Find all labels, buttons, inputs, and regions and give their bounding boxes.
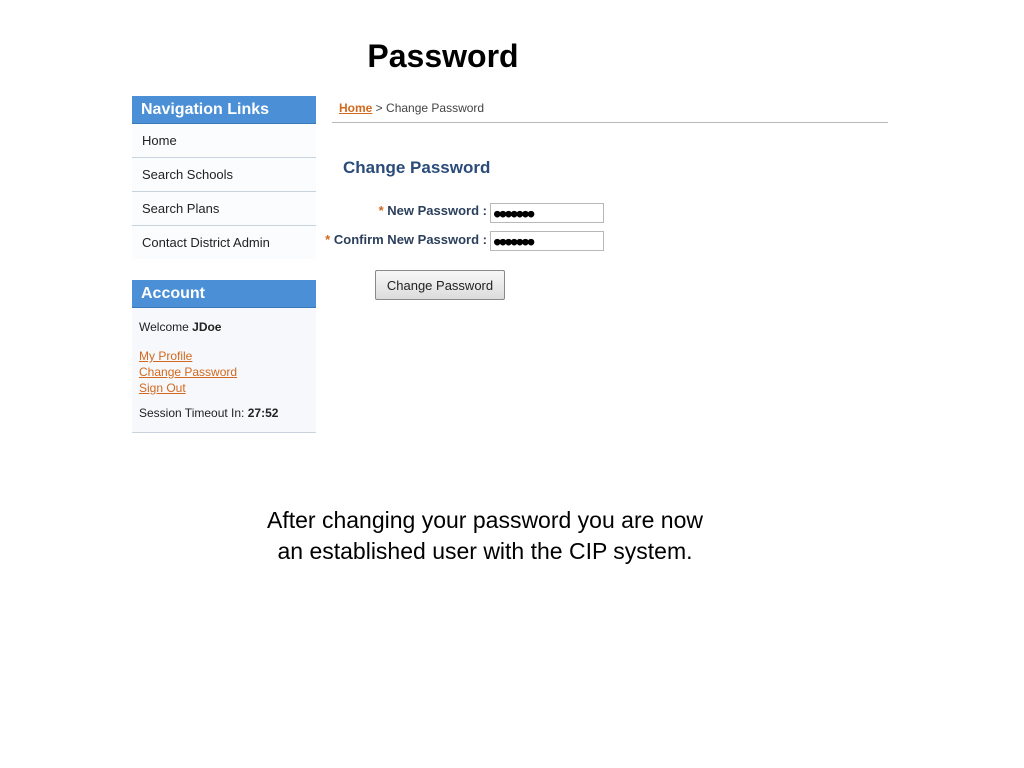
navigation-header: Navigation Links	[132, 96, 316, 124]
nav-item-search-schools[interactable]: Search Schools	[132, 158, 316, 192]
confirm-password-label: * Confirm New Password :	[325, 232, 487, 247]
slide-title: Password	[367, 38, 519, 74]
account-panel: Account Welcome JDoe My Profile Change P…	[132, 280, 316, 433]
required-marker: *	[325, 232, 331, 247]
session-timeout: Session Timeout In: 27:52	[139, 406, 316, 420]
form-title: Change Password	[343, 158, 491, 177]
caption-line-2: an established user with the CIP system.	[277, 538, 693, 564]
navigation-panel: Navigation Links Home Search Schools Sea…	[132, 96, 316, 259]
required-marker: *	[378, 203, 384, 218]
my-profile-link[interactable]: My Profile	[139, 348, 316, 364]
breadcrumb-separator: >	[372, 101, 387, 115]
new-password-label: * New Password :	[379, 203, 487, 218]
slide-caption: After changing your password you are now…	[200, 505, 770, 567]
change-password-link[interactable]: Change Password	[139, 364, 316, 380]
welcome-message: Welcome JDoe	[139, 320, 316, 334]
account-header: Account	[132, 280, 316, 308]
confirm-password-label-text: Confirm New Password :	[333, 232, 487, 247]
session-timeout-label: Session Timeout In:	[139, 406, 245, 420]
change-password-button[interactable]: Change Password	[375, 270, 505, 300]
welcome-prefix: Welcome	[139, 320, 189, 334]
new-password-input[interactable]	[490, 203, 604, 223]
new-password-label-text: New Password :	[387, 203, 487, 218]
nav-item-search-plans[interactable]: Search Plans	[132, 192, 316, 226]
account-body: Welcome JDoe My Profile Change Password …	[132, 308, 316, 432]
sign-out-link[interactable]: Sign Out	[139, 380, 316, 396]
confirm-password-input[interactable]	[490, 231, 604, 251]
session-timeout-value: 27:52	[247, 406, 279, 420]
caption-line-1: After changing your password you are now	[267, 507, 703, 533]
breadcrumb-home-link[interactable]: Home	[339, 101, 372, 115]
breadcrumb: Home > Change Password	[332, 101, 888, 123]
nav-item-home[interactable]: Home	[132, 124, 316, 158]
username: JDoe	[192, 320, 222, 334]
nav-item-contact-district-admin[interactable]: Contact District Admin	[132, 226, 316, 259]
breadcrumb-current: Change Password	[386, 101, 485, 115]
